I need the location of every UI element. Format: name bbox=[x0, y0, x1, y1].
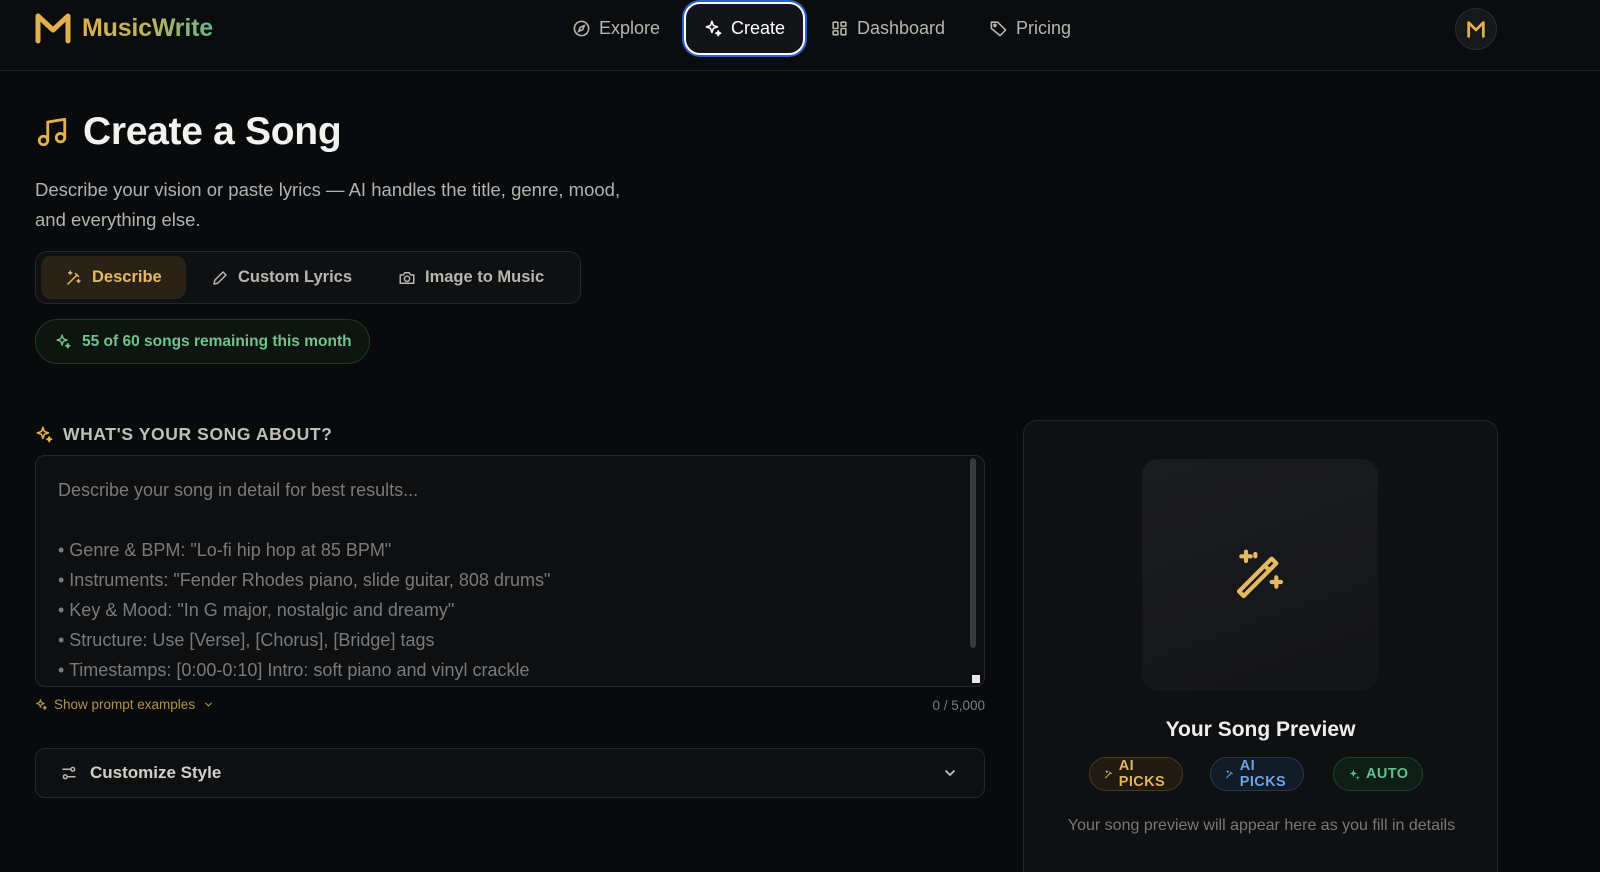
app-name: MusicWrite bbox=[82, 13, 213, 42]
badge-ai-picks-gold: AI PICKS bbox=[1089, 757, 1184, 791]
sparkles-icon bbox=[36, 699, 47, 710]
tag-icon bbox=[990, 21, 1007, 37]
placeholder-line bbox=[58, 505, 958, 535]
customize-style-accordion[interactable]: Customize Style bbox=[35, 748, 985, 798]
badge-auto: AUTO bbox=[1333, 757, 1424, 791]
show-prompt-examples-label: Show prompt examples bbox=[54, 697, 196, 712]
compass-icon bbox=[573, 20, 590, 37]
nav-explore[interactable]: Explore bbox=[572, 2, 660, 55]
sparkles-icon bbox=[705, 20, 722, 37]
songs-remaining-text: 55 of 60 songs remaining this month bbox=[82, 332, 352, 350]
sparkles-icon bbox=[56, 334, 71, 349]
textarea-placeholder: Describe your song in detail for best re… bbox=[58, 475, 958, 685]
badge-label: AI PICKS bbox=[1239, 758, 1287, 790]
badge-ai-picks-blue: AI PICKS bbox=[1210, 757, 1305, 791]
song-preview-panel: Your Song Preview AI PICKS AI PICKS AUTO… bbox=[1023, 420, 1498, 872]
nav-dashboard-label: Dashboard bbox=[857, 18, 946, 38]
placeholder-line: • Timestamps: [0:00-0:10] Intro: soft pi… bbox=[58, 660, 530, 680]
placeholder-line: • Key & Mood: "In G major, nostalgic and… bbox=[58, 600, 455, 620]
preview-artwork bbox=[1142, 459, 1378, 691]
preview-hint: Your song preview will appear here as yo… bbox=[1067, 817, 1456, 834]
page-subtitle: Describe your vision or paste lyrics — A… bbox=[35, 179, 621, 230]
wand-icon bbox=[1105, 769, 1112, 778]
sparkles-icon bbox=[1349, 769, 1360, 780]
top-navigation-bar: MusicWrite Explore Create Dashboard Pric… bbox=[0, 0, 1600, 71]
chevron-down-icon bbox=[945, 770, 955, 776]
nav-pricing[interactable]: Pricing bbox=[989, 2, 1071, 55]
song-description-textarea[interactable]: Describe your song in detail for best re… bbox=[35, 455, 985, 687]
textarea-scrollbar[interactable] bbox=[970, 458, 976, 648]
page-title: Create a Song bbox=[83, 110, 342, 153]
wand-icon bbox=[67, 270, 81, 285]
logo-m-icon bbox=[35, 13, 71, 44]
prompt-heading-label: WHAT'S YOUR SONG ABOUT? bbox=[63, 424, 333, 444]
wand-icon bbox=[1226, 769, 1233, 778]
music-note-icon bbox=[37, 117, 67, 147]
tab-describe-label: Describe bbox=[92, 268, 162, 286]
pencil-icon bbox=[213, 270, 227, 285]
placeholder-line: • Genre & BPM: "Lo-fi hip hop at 85 BPM" bbox=[58, 540, 392, 560]
badge-label: AUTO bbox=[1366, 766, 1409, 782]
customize-style-label: Customize Style bbox=[90, 763, 222, 782]
tab-describe[interactable]: Describe bbox=[41, 256, 186, 299]
grid-icon bbox=[832, 21, 847, 36]
nav-dashboard[interactable]: Dashboard bbox=[830, 2, 945, 55]
songs-remaining-badge: 55 of 60 songs remaining this month bbox=[35, 319, 370, 364]
show-prompt-examples-link[interactable]: Show prompt examples bbox=[35, 697, 214, 712]
badge-label: AI PICKS bbox=[1118, 758, 1166, 790]
mode-tabs: Describe Custom Lyrics Image to Music bbox=[35, 251, 581, 304]
avatar-m-icon bbox=[1467, 21, 1485, 38]
preview-title: Your Song Preview bbox=[1165, 718, 1356, 741]
tab-custom-lyrics-label: Custom Lyrics bbox=[238, 268, 353, 286]
character-count: 0 / 5,000 bbox=[932, 698, 985, 713]
logo[interactable]: MusicWrite bbox=[35, 12, 213, 44]
prompt-heading: WHAT'S YOUR SONG ABOUT? bbox=[35, 424, 332, 445]
placeholder-line: • Instruments: "Fender Rhodes piano, sli… bbox=[58, 570, 551, 590]
user-avatar[interactable] bbox=[1455, 8, 1497, 50]
nav-explore-label: Explore bbox=[599, 18, 661, 38]
tab-custom-lyrics[interactable]: Custom Lyrics bbox=[211, 256, 352, 299]
sliders-icon bbox=[62, 766, 76, 780]
chevron-down-icon bbox=[205, 702, 212, 707]
camera-icon bbox=[399, 271, 415, 284]
tab-image-to-music-label: Image to Music bbox=[425, 268, 545, 286]
placeholder-line: • Structure: Use [Verse], [Chorus], [Bri… bbox=[58, 630, 435, 650]
page-header: Create a Song bbox=[35, 110, 342, 154]
nav-create[interactable]: Create bbox=[684, 2, 806, 55]
sparkles-icon bbox=[36, 426, 53, 443]
textarea-resize-handle[interactable] bbox=[972, 675, 980, 683]
nav-pricing-label: Pricing bbox=[1016, 18, 1072, 38]
tab-image-to-music[interactable]: Image to Music bbox=[398, 256, 544, 299]
magic-wand-icon bbox=[1236, 549, 1284, 599]
placeholder-line: Describe your song in detail for best re… bbox=[58, 480, 419, 500]
nav-create-label: Create bbox=[731, 18, 786, 38]
